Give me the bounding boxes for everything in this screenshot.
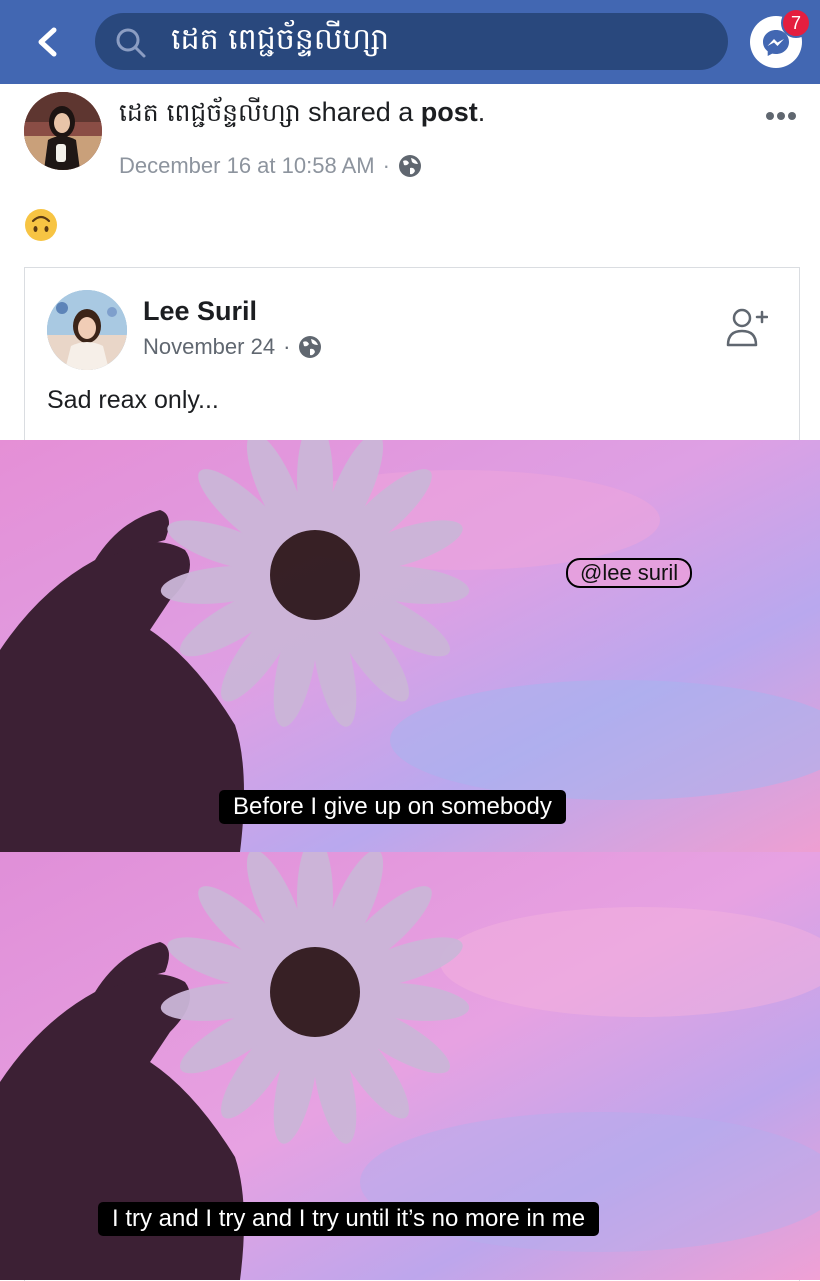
share-meta: December 16 at 10:58 AM ·	[119, 153, 422, 179]
search-bar[interactable]	[95, 13, 728, 70]
share-punctuation: .	[477, 97, 486, 127]
upside-down-face-emoji	[24, 208, 58, 242]
search-icon	[115, 27, 147, 59]
post-image-1[interactable]: Before I give up on somebody	[0, 440, 820, 852]
post-date[interactable]: November 24	[143, 334, 275, 360]
share-timestamp[interactable]: December 16 at 10:58 AM	[119, 153, 375, 179]
share-headline: ដេត ពេជ្ជច័ន្ទលីហ្សា shared a post.	[119, 97, 485, 134]
author-avatar[interactable]	[47, 290, 127, 370]
add-friend-icon[interactable]	[724, 305, 769, 349]
search-input[interactable]	[171, 13, 711, 70]
sharer-name[interactable]: ដេត ពេជ្ជច័ន្ទលីហ្សា	[119, 98, 301, 127]
shared-object-link[interactable]: post	[421, 97, 478, 127]
meta-separator: ·	[283, 334, 291, 359]
share-action-text: shared a	[308, 97, 414, 127]
globe-icon	[398, 155, 421, 177]
meta-separator: ·	[382, 153, 390, 178]
back-icon[interactable]	[28, 22, 68, 62]
image-caption-2: I try and I try and I try until it’s no …	[98, 1202, 600, 1236]
post-text: Sad reax only...	[47, 386, 219, 414]
top-navigation-bar: 7	[0, 0, 820, 84]
post-image-2[interactable]: I try and I try and I try until it’s no …	[0, 852, 820, 1280]
post-meta: November 24 ·	[143, 334, 322, 360]
globe-icon	[299, 336, 322, 358]
sharer-avatar[interactable]	[24, 92, 102, 170]
more-options-icon[interactable]	[766, 107, 802, 120]
watermark-tag: @lee suril	[566, 558, 693, 588]
author-name[interactable]: Lee Suril	[143, 296, 257, 327]
notification-badge: 7	[781, 8, 811, 38]
image-caption-1: Before I give up on somebody	[219, 790, 566, 824]
